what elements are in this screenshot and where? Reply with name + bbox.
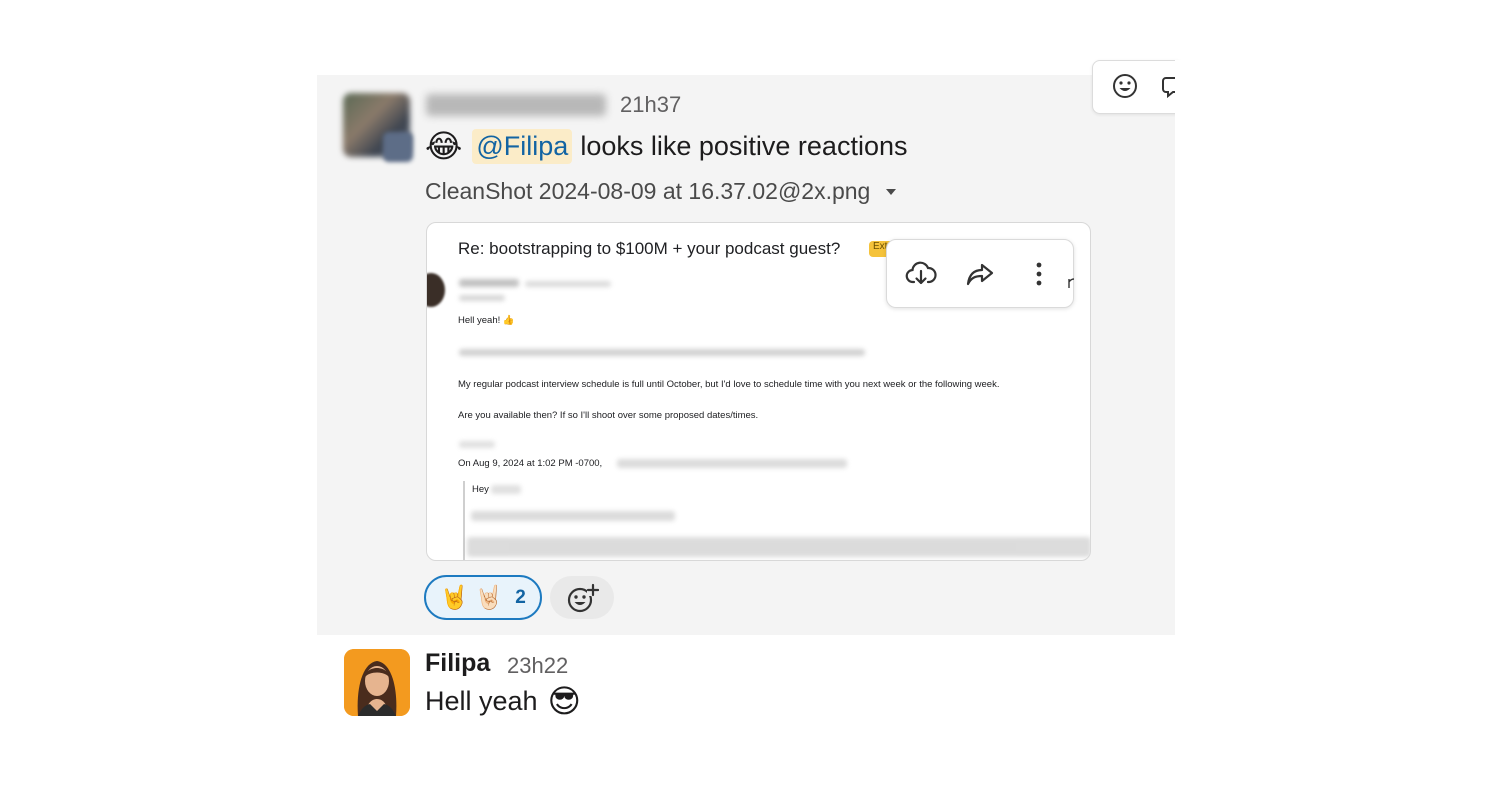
message-timestamp[interactable]: 23h22 <box>507 653 568 679</box>
rock-on-emoji: 🤘 <box>440 584 469 610</box>
email-quote-greeting: Hey <box>472 484 489 495</box>
toolbar-clip <box>1175 60 1205 120</box>
email-quote-name <box>491 485 521 494</box>
sender-name[interactable] <box>426 94 606 116</box>
email-quote-line-1 <box>471 511 675 521</box>
message-timestamp[interactable]: 21h37 <box>620 92 681 118</box>
add-reaction-button[interactable] <box>550 576 614 619</box>
avatar-secondary <box>383 132 413 162</box>
reaction-count: 2 <box>515 586 526 608</box>
email-signature <box>459 441 495 448</box>
email-recipient <box>459 295 505 301</box>
share-icon[interactable] <box>962 256 998 292</box>
message-text: 😂 @Filipa looks like positive reactions <box>425 128 907 164</box>
email-sender-name <box>459 279 519 287</box>
email-line-1: My regular podcast interview schedule is… <box>458 379 1000 390</box>
attachment-filename[interactable]: CleanShot 2024-08-09 at 16.37.02@2x.png <box>425 178 898 205</box>
cloud-download-icon[interactable] <box>903 256 939 292</box>
caret-down-icon[interactable] <box>884 187 898 197</box>
message-body: Hell yeah <box>425 685 538 716</box>
email-sender-avatar <box>427 273 445 307</box>
emoji-icon[interactable] <box>1108 69 1142 103</box>
sender-name[interactable]: Filipa <box>425 649 490 678</box>
quote-bar <box>463 481 465 560</box>
email-quote-line-2 <box>467 537 1090 557</box>
rock-on-light-emoji: 🤘🏻 <box>474 584 504 610</box>
message-text: Hell yeah 😎 <box>425 685 581 717</box>
email-line-2: Are you available then? If so I'll shoot… <box>458 410 759 421</box>
avatar[interactable] <box>344 649 410 716</box>
laughing-emoji: 😂 <box>425 128 463 164</box>
email-quote-sender <box>617 459 847 468</box>
image-actions-toolbar <box>886 239 1075 308</box>
filename-label: CleanShot 2024-08-09 at 16.37.02@2x.png <box>425 178 871 204</box>
email-quote-header: On Aug 9, 2024 at 1:02 PM -0700, <box>458 458 603 469</box>
message-body: looks like positive reactions <box>580 130 908 161</box>
email-greeting: Hell yeah! 👍 <box>458 315 515 326</box>
email-subject: Re: bootstrapping to $100M + your podcas… <box>458 239 841 258</box>
email-sender-address <box>525 281 611 287</box>
sunglasses-emoji: 😎 <box>547 683 581 719</box>
user-mention[interactable]: @Filipa <box>472 128 573 164</box>
more-vertical-icon[interactable] <box>1021 256 1057 292</box>
truncated-glyph <box>1068 278 1075 288</box>
add-reaction-icon <box>567 583 599 612</box>
email-blurred-line <box>459 349 865 356</box>
message-actions-toolbar <box>1092 60 1184 114</box>
reaction-pill[interactable]: 🤘 🤘🏻 2 <box>424 575 542 620</box>
